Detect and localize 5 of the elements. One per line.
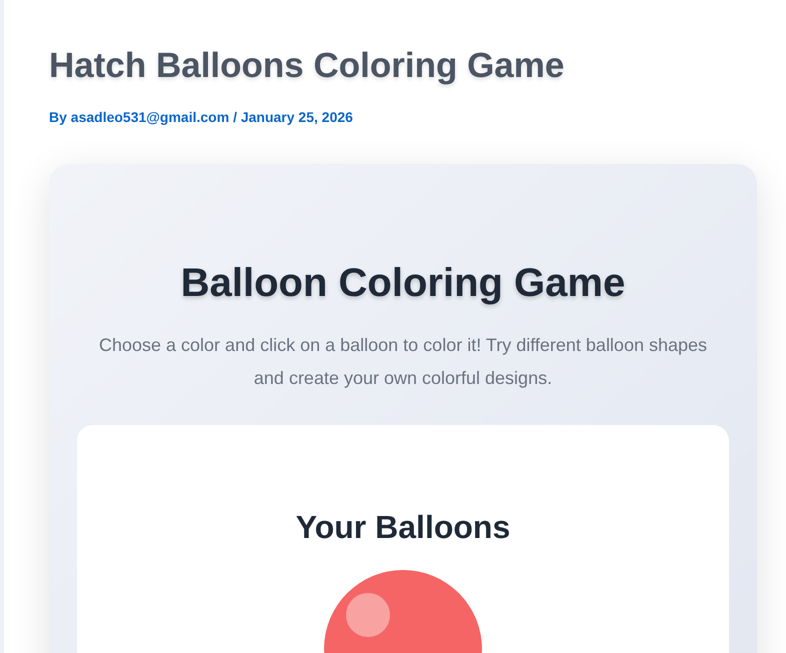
byline: By asadleo531@gmail.com / January 25, 2026: [49, 108, 353, 127]
game-intro: Choose a color and click on a balloon to color it! Try different balloon shapes and create your own colorful designs.: [98, 334, 708, 390]
game-heading: Balloon Coloring Game: [180, 260, 626, 306]
panel-heading: Your Balloons: [296, 508, 510, 546]
post-title: Hatch Balloons Coloring Game: [49, 45, 564, 87]
